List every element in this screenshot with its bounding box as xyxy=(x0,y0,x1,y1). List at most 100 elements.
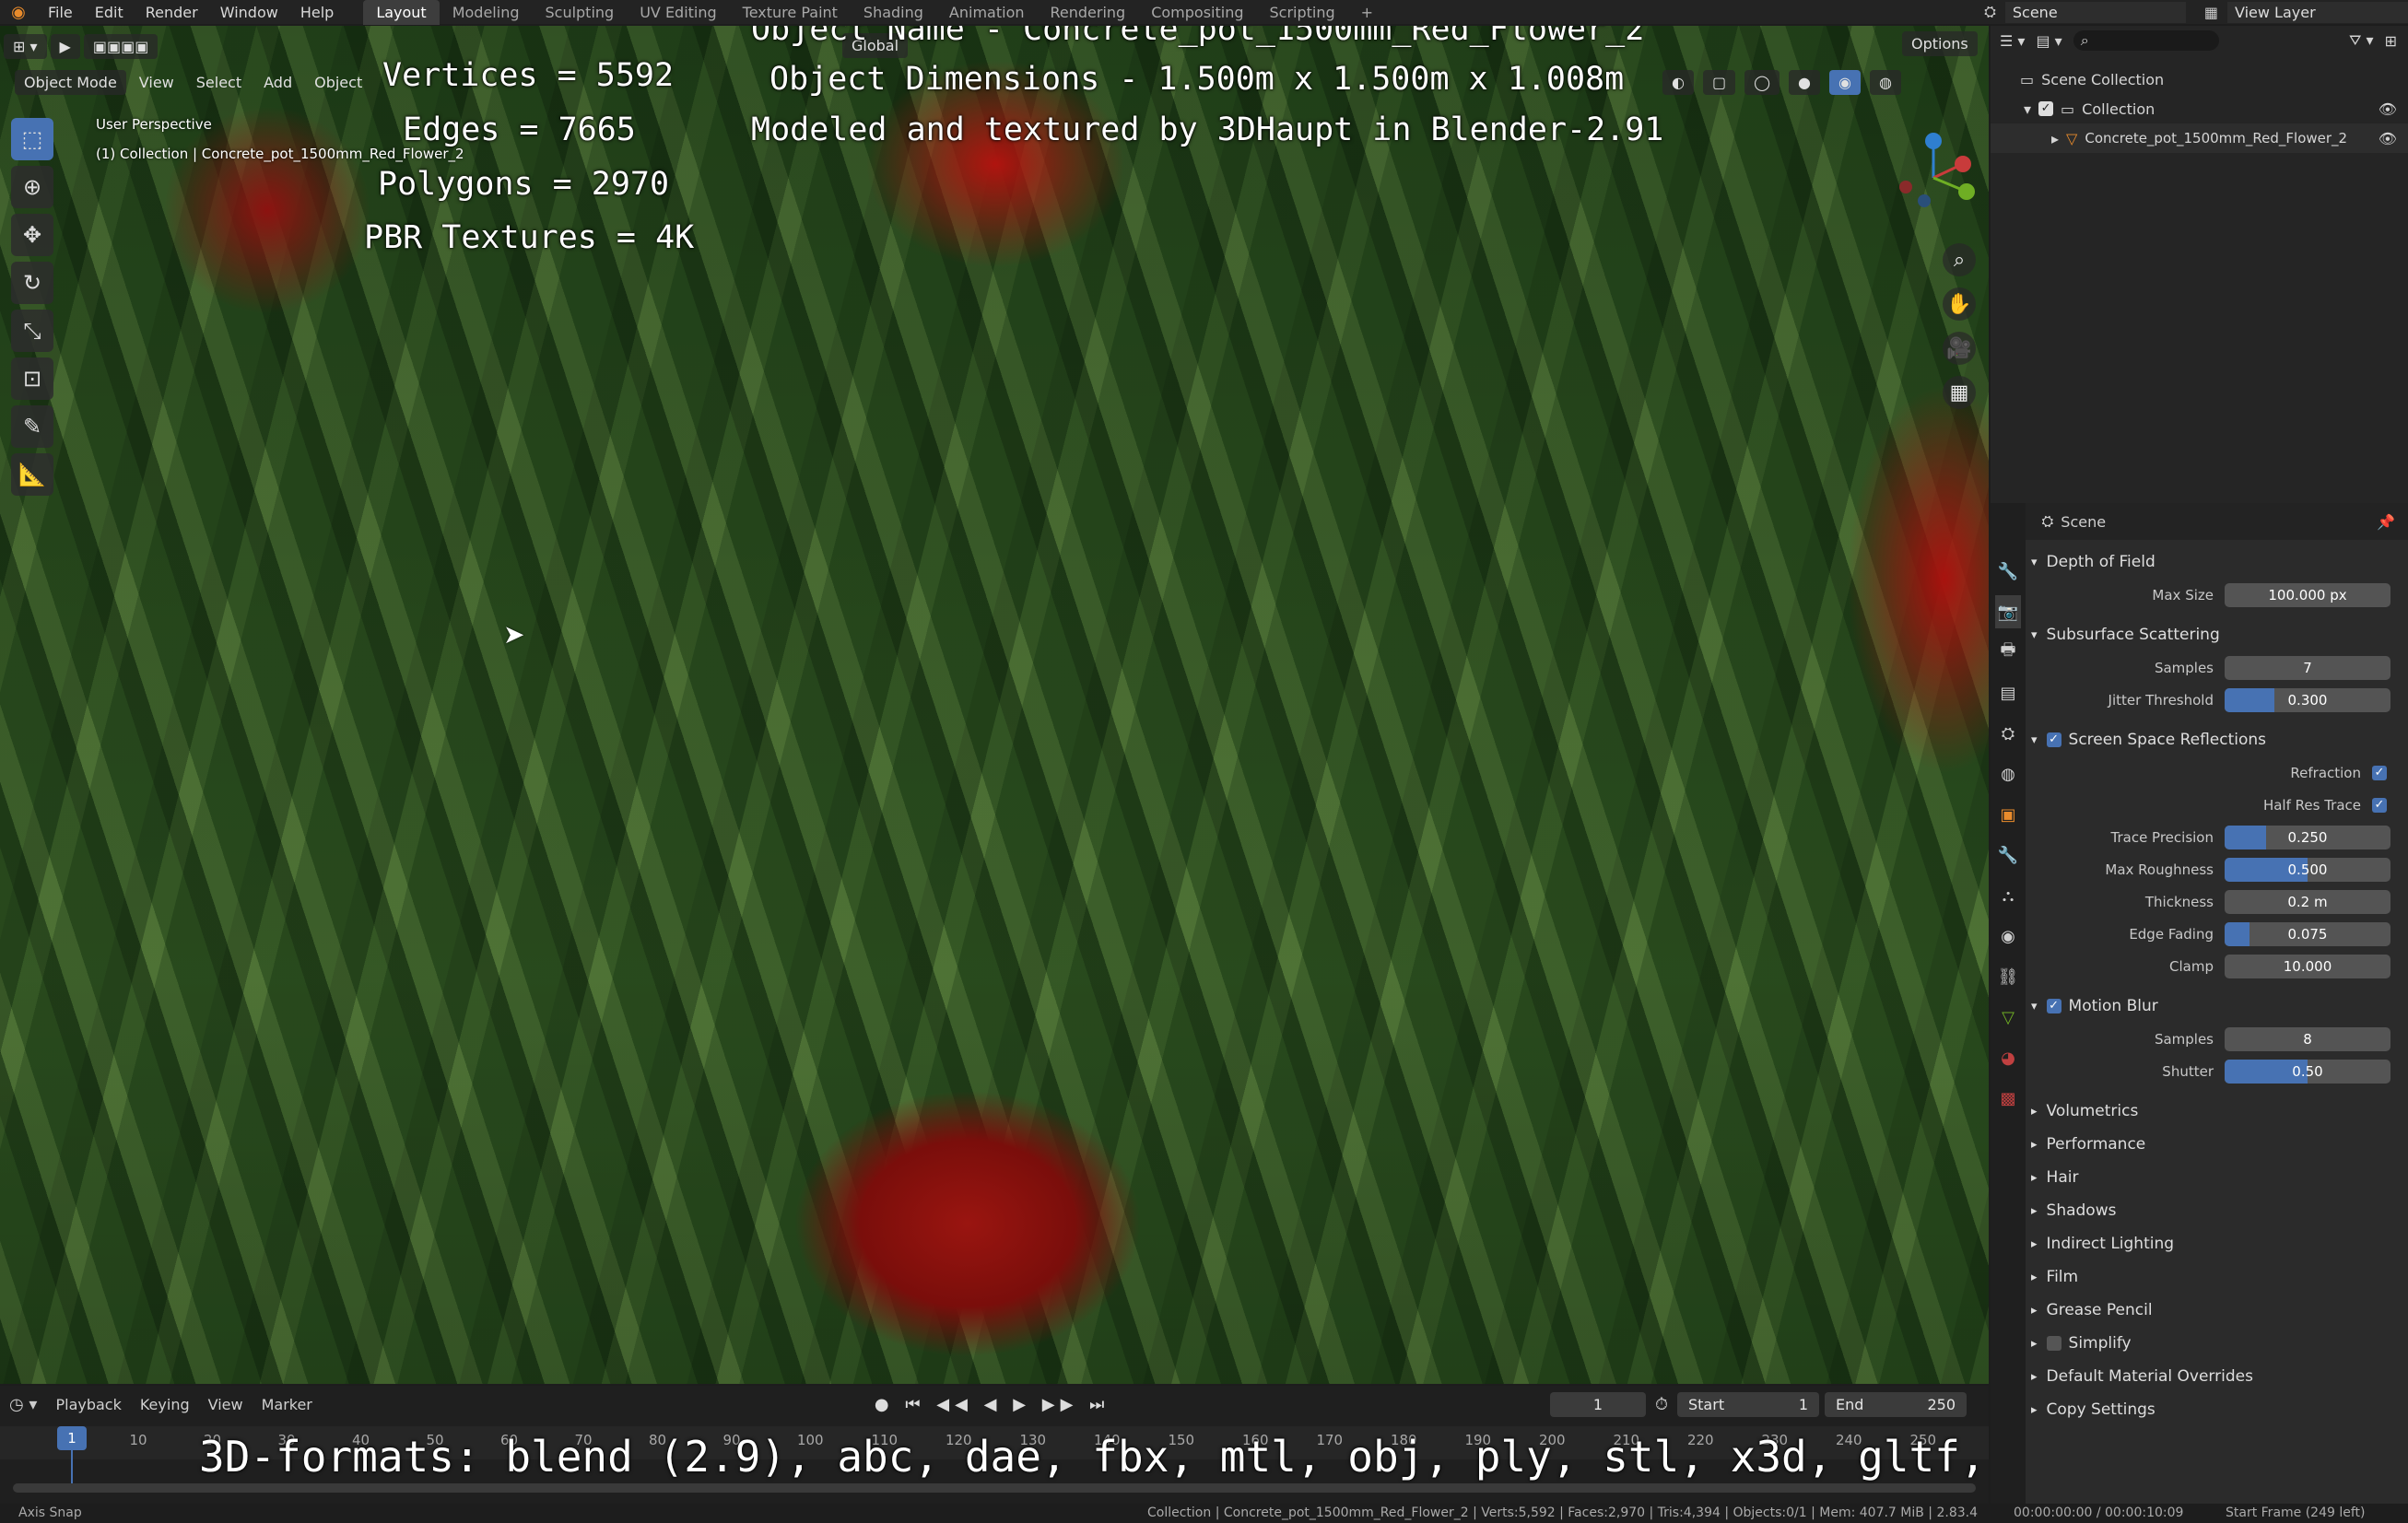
workspace-tab-modeling[interactable]: Modeling xyxy=(440,0,533,25)
options-dropdown[interactable]: Options xyxy=(1902,31,1978,56)
expand-arrow-icon[interactable]: ▸ xyxy=(2031,1370,2038,1384)
menu-window[interactable]: Window xyxy=(209,4,289,21)
property-field[interactable]: 0.075 xyxy=(2225,921,2390,946)
playback-controls[interactable]: ● ⏮ ◀◀ ◀ ▶ ▶▶ ⏭ xyxy=(875,1395,1110,1414)
material-tab-icon[interactable]: ◕ xyxy=(1995,1041,2021,1074)
property-field[interactable]: 0.500 xyxy=(2225,857,2390,882)
pin-icon[interactable]: 📌 xyxy=(2377,513,2395,531)
workspace-tab-uv-editing[interactable]: UV Editing xyxy=(627,0,729,25)
expand-arrow-icon[interactable]: ▸ xyxy=(2031,1138,2038,1152)
expand-arrow-icon[interactable]: ▸ xyxy=(2031,1204,2038,1218)
viewport-menu-object[interactable]: Object xyxy=(305,70,371,95)
expand-arrow-icon[interactable]: ▸ xyxy=(2031,1105,2038,1119)
physics-tab-icon[interactable]: ◉ xyxy=(1995,920,2021,953)
panel-enable-checkbox[interactable]: ✓ xyxy=(2046,999,2061,1013)
transform-icon[interactable]: ⊡ xyxy=(11,357,53,400)
workspace-tab-rendering[interactable]: Rendering xyxy=(1038,0,1139,25)
zoom-icon[interactable]: ⌕ xyxy=(1943,243,1976,276)
panel-header[interactable]: ▸ Film xyxy=(2031,1260,2400,1294)
move-icon[interactable]: ✥ xyxy=(11,214,53,256)
workspace-tab-animation[interactable]: Animation xyxy=(936,0,1038,25)
end-frame-field[interactable]: End 250 xyxy=(1825,1391,1967,1417)
select-tool-button[interactable]: ▶ xyxy=(50,33,80,59)
property-field[interactable]: 0.250 xyxy=(2225,825,2390,849)
particles-tab-icon[interactable]: ⛬ xyxy=(1995,879,2021,912)
timeline[interactable]: ◷ ▾ Playback Keying View Marker ● ⏮ ◀◀ ◀ ▶ … xyxy=(0,1386,2087,1505)
timeline-menu-playback[interactable]: Playback xyxy=(46,1396,130,1413)
workspace-tab-compositing[interactable]: Compositing xyxy=(1138,0,1256,25)
timeline-scrollbar[interactable] xyxy=(13,1483,1976,1493)
workspace-tab-shading[interactable]: Shading xyxy=(851,0,936,25)
expand-arrow-icon[interactable]: ▾ xyxy=(2031,733,2038,747)
panel-header[interactable]: ▸ Copy Settings xyxy=(2031,1393,2400,1426)
measure-icon[interactable]: 📐 xyxy=(11,453,53,496)
material-shading-icon[interactable]: ◉ xyxy=(1828,70,1861,95)
timeline-menu-marker[interactable]: Marker xyxy=(253,1396,322,1413)
object-row[interactable]: ▸ ▽ Concrete_pot_1500mm_Red_Flower_2 👁 xyxy=(1991,123,2408,153)
expand-arrow-icon[interactable]: ▸ xyxy=(2031,1237,2038,1251)
texture-tab-icon[interactable]: ▩ xyxy=(1995,1082,2021,1115)
xray-toggle-icon[interactable]: ▢ xyxy=(1702,70,1736,95)
workspace-tab-sculpting[interactable]: Sculpting xyxy=(532,0,627,25)
property-field[interactable]: 0.2 m xyxy=(2225,889,2390,914)
menu-render[interactable]: Render xyxy=(135,4,209,21)
rotate-icon[interactable]: ↻ xyxy=(11,262,53,304)
panel-header[interactable]: ▸ Hair xyxy=(2031,1161,2400,1194)
rendered-shading-icon[interactable]: ◍ xyxy=(1869,70,1901,95)
annotate-icon[interactable]: ✎ xyxy=(11,405,53,448)
timeline-menu-view[interactable]: View xyxy=(199,1396,253,1413)
render-tab-icon[interactable]: 📷 xyxy=(1995,595,2021,628)
scene-collection-row[interactable]: ▭ Scene Collection xyxy=(1991,64,2408,94)
view-layer-tab-icon[interactable]: ▤ xyxy=(1995,676,2021,709)
add-workspace-button[interactable]: + xyxy=(1348,0,1386,25)
menu-file[interactable]: File xyxy=(37,4,84,21)
panel-header[interactable]: ▸ Shadows xyxy=(2031,1194,2400,1227)
expand-arrow-icon[interactable]: ▸ xyxy=(2031,1271,2038,1284)
expand-arrow-icon[interactable]: ▸ xyxy=(2031,1304,2038,1318)
timeline-menu-keying[interactable]: Keying xyxy=(131,1396,199,1413)
object-mode-dropdown[interactable]: Object Mode xyxy=(15,70,126,95)
menu-edit[interactable]: Edit xyxy=(84,4,135,21)
collection-row[interactable]: ▾ ✓ ▭ Collection 👁 xyxy=(1991,94,2408,123)
property-field[interactable]: 100.000 px xyxy=(2225,582,2390,607)
panel-header[interactable]: ▸ Volumetrics xyxy=(2031,1095,2400,1128)
blender-logo-icon[interactable]: ◉ xyxy=(0,3,37,22)
workspace-tab-texture-paint[interactable]: Texture Paint xyxy=(730,0,851,25)
expand-arrow-icon[interactable]: ▸ xyxy=(2031,1171,2038,1185)
outliner[interactable]: ☰ ▾ ▤ ▾ ⌕ ⛛ ▾ ⊞ ▭ Scene Collection ▾ ✓ ▭… xyxy=(1991,26,2408,505)
display-mode-icon[interactable]: ▤ ▾ xyxy=(2036,32,2061,50)
panel-header[interactable]: ▸ Indirect Lighting xyxy=(2031,1227,2400,1260)
panel-enable-checkbox[interactable] xyxy=(2046,1336,2061,1351)
collection-checkbox[interactable]: ✓ xyxy=(2038,101,2054,116)
outliner-editor-icon[interactable]: ☰ ▾ xyxy=(2000,32,2025,50)
view-layer-icon[interactable]: ▦ xyxy=(2204,4,2218,21)
current-frame-field[interactable]: 1 xyxy=(1549,1391,1646,1417)
eye-icon[interactable]: 👁 xyxy=(2379,100,2397,118)
cursor-icon[interactable]: ⊕ xyxy=(11,166,53,208)
scale-icon[interactable]: ⤡ xyxy=(11,310,53,352)
panel-header[interactable]: ▸ Performance xyxy=(2031,1128,2400,1161)
viewport-menu-view[interactable]: View xyxy=(130,70,183,95)
solid-shading-icon[interactable]: ● xyxy=(1789,70,1820,95)
property-field[interactable]: 7 xyxy=(2225,655,2390,680)
panel-header[interactable]: ▾ ✓ Motion Blur xyxy=(2031,990,2400,1023)
expand-arrow-icon[interactable]: ▸ xyxy=(2051,130,2059,147)
tool-tab-icon[interactable]: 🔧 xyxy=(1995,555,2021,588)
menu-help[interactable]: Help xyxy=(289,4,345,21)
property-field[interactable]: 10.000 xyxy=(2225,954,2390,978)
properties-editor[interactable]: ☷ ▾ ⛭ Scene 📌 🔧 📷 🖶 ▤ ⛭ ◍ ▣ 🔧 ⛬ ◉ ⛓ ▽ ◕ … xyxy=(1991,503,2408,1504)
expand-arrow-icon[interactable]: ▾ xyxy=(2031,1000,2038,1013)
modifier-tab-icon[interactable]: 🔧 xyxy=(1995,838,2021,872)
new-collection-icon[interactable]: ⊞ xyxy=(2385,32,2397,50)
scene-tab-icon[interactable]: ⛭ xyxy=(1995,717,2021,750)
panel-header[interactable]: ▾ ✓ Screen Space Reflections xyxy=(2031,723,2400,756)
output-tab-icon[interactable]: 🖶 xyxy=(1995,636,2021,669)
camera-view-icon[interactable]: 🎥 xyxy=(1943,332,1976,365)
panel-header[interactable]: ▸ Default Material Overrides xyxy=(2031,1360,2400,1393)
expand-arrow-icon[interactable]: ▾ xyxy=(2031,628,2038,642)
constraints-tab-icon[interactable]: ⛓ xyxy=(1995,960,2021,993)
wireframe-shading-icon[interactable]: ◯ xyxy=(1744,70,1780,95)
expand-arrow-icon[interactable]: ▾ xyxy=(2024,100,2031,118)
property-field[interactable]: 0.50 xyxy=(2225,1059,2390,1084)
scene-selector[interactable]: Scene xyxy=(2004,1,2186,23)
